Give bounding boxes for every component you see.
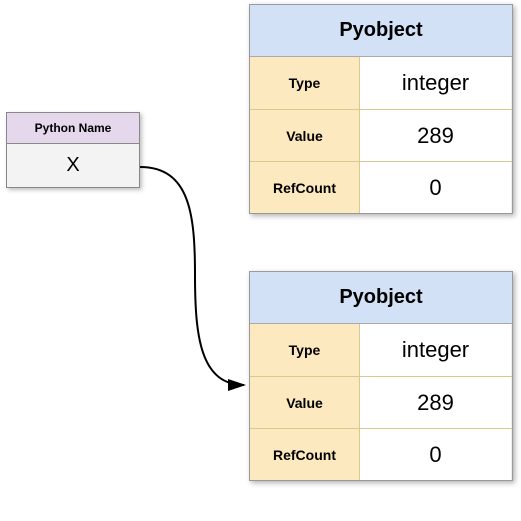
pyobject-title: Pyobject — [250, 5, 512, 57]
pyobject-row-refcount: RefCount 0 — [250, 428, 512, 480]
python-name-value: X — [7, 144, 139, 187]
row-value-value: 289 — [360, 110, 512, 161]
python-name-box: Python Name X — [6, 112, 140, 188]
row-value-refcount: 0 — [360, 429, 512, 480]
row-label-refcount: RefCount — [250, 162, 360, 213]
python-name-header: Python Name — [7, 113, 139, 144]
row-label-type: Type — [250, 324, 360, 376]
row-value-type: integer — [360, 324, 512, 376]
binding-arrow — [140, 155, 255, 405]
pyobject-row-value: Value 289 — [250, 109, 512, 161]
diagram-canvas: Python Name X Pyobject Type integer Valu… — [0, 0, 521, 521]
pyobject-box-1: Pyobject Type integer Value 289 RefCount… — [249, 271, 513, 481]
row-value-refcount: 0 — [360, 162, 512, 213]
pyobject-title: Pyobject — [250, 272, 512, 324]
row-label-type: Type — [250, 57, 360, 109]
row-value-type: integer — [360, 57, 512, 109]
row-label-value: Value — [250, 377, 360, 428]
pyobject-row-type: Type integer — [250, 324, 512, 376]
pyobject-row-value: Value 289 — [250, 376, 512, 428]
row-label-refcount: RefCount — [250, 429, 360, 480]
pyobject-box-0: Pyobject Type integer Value 289 RefCount… — [249, 4, 513, 214]
pyobject-row-refcount: RefCount 0 — [250, 161, 512, 213]
row-label-value: Value — [250, 110, 360, 161]
pyobject-row-type: Type integer — [250, 57, 512, 109]
row-value-value: 289 — [360, 377, 512, 428]
